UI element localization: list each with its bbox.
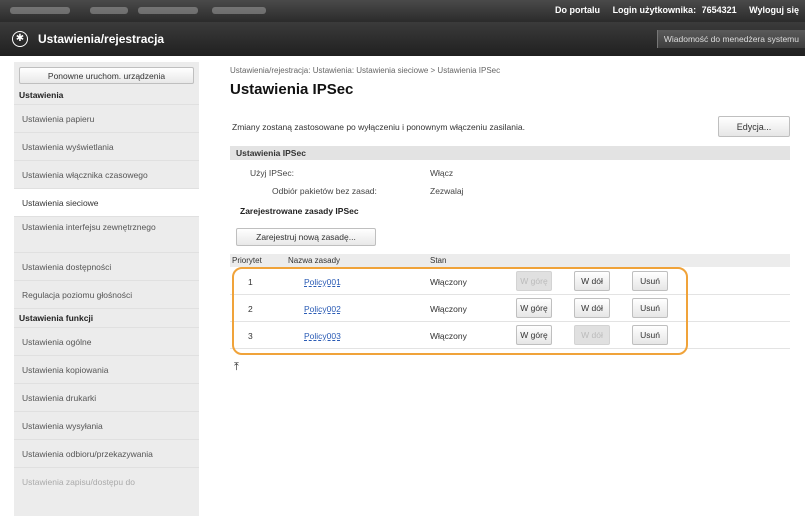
sidebar-item-store-access[interactable]: Ustawienia zapisu/dostępu do xyxy=(14,467,199,495)
sidebar-item-volume[interactable]: Regulacja poziomu głośności xyxy=(14,280,199,308)
breadcrumb: Ustawienia/rejestracja: Ustawienia: Usta… xyxy=(230,66,501,75)
register-policy-button[interactable]: Zarejestruj nową zasadę... xyxy=(236,228,376,246)
column-priority: Priorytet xyxy=(232,256,262,265)
restart-notice: Zmiany zostaną zastosowane po wyłączeniu… xyxy=(232,122,525,132)
section-header-ipsec: Ustawienia IPSec xyxy=(230,146,790,160)
sidebar-item-printer[interactable]: Ustawienia drukarki xyxy=(14,383,199,411)
blurred-text xyxy=(138,7,198,14)
blurred-text xyxy=(212,7,266,14)
settings-logo-icon: ✱ xyxy=(12,31,28,47)
policy-table-header: Priorytet Nazwa zasady Stan xyxy=(230,254,790,267)
edit-button[interactable]: Edycja... xyxy=(718,116,790,137)
policy-highlight-frame xyxy=(232,267,688,355)
sidebar-item-display[interactable]: Ustawienia wyświetlania xyxy=(14,132,199,160)
blurred-text xyxy=(10,7,70,14)
header-bar: ✱ Ustawienia/rejestracja Wiadomość do me… xyxy=(0,22,805,56)
restart-device-button[interactable]: Ponowne uruchom. urządzenia xyxy=(19,67,194,84)
receive-packets-value: Zezwalaj xyxy=(430,186,464,196)
sidebar-item-paper[interactable]: Ustawienia papieru xyxy=(14,104,199,132)
login-label: Login użytkownika: xyxy=(612,5,697,15)
sidebar-item-copy[interactable]: Ustawienia kopiowania xyxy=(14,355,199,383)
registered-policies-title: Zarejestrowane zasady IPSec xyxy=(240,206,359,216)
receive-packets-label: Odbiór pakietów bez zasad: xyxy=(272,186,377,196)
portal-link[interactable]: Do portalu xyxy=(555,5,600,15)
system-message-link[interactable]: Wiadomość do menedżera systemu xyxy=(656,30,805,48)
column-policy-name: Nazwa zasady xyxy=(288,256,341,265)
logout-link[interactable]: Wyloguj się xyxy=(749,5,799,15)
app-title: Ustawienia/rejestracja xyxy=(38,32,165,46)
sidebar-item-send[interactable]: Ustawienia wysyłania xyxy=(14,411,199,439)
scroll-to-top-icon[interactable]: ⤒ xyxy=(234,361,239,374)
topbar-right: Do portalu Login użytkownika: 7654321 Wy… xyxy=(545,5,799,15)
sidebar-item-external-interface[interactable]: Ustawienia interfejsu zewnętrznego xyxy=(14,216,199,252)
sidebar-section-functions: Ustawienia funkcji xyxy=(14,308,199,327)
sidebar-item-network[interactable]: Ustawienia sieciowe xyxy=(14,188,199,216)
login-value: 7654321 xyxy=(701,5,737,15)
sidebar-item-timer[interactable]: Ustawienia włącznika czasowego xyxy=(14,160,199,188)
notice-row: Zmiany zostaną zastosowane po wyłączeniu… xyxy=(230,116,790,138)
main-content: Ustawienia/rejestracja: Ustawienia: Usta… xyxy=(230,62,790,373)
sidebar: Ponowne uruchom. urządzenia Ustawienia U… xyxy=(14,62,199,516)
use-ipsec-label: Użyj IPSec: xyxy=(250,168,294,178)
sidebar-item-receive-forward[interactable]: Ustawienia odbioru/przekazywania xyxy=(14,439,199,467)
column-status: Stan xyxy=(430,256,447,265)
page-title: Ustawienia IPSec xyxy=(230,81,354,98)
top-bar: Do portalu Login użytkownika: 7654321 Wy… xyxy=(0,0,805,22)
blurred-text xyxy=(90,7,128,14)
sidebar-item-accessibility[interactable]: Ustawienia dostępności xyxy=(14,252,199,280)
sidebar-item-general[interactable]: Ustawienia ogólne xyxy=(14,327,199,355)
sidebar-section-settings: Ustawienia xyxy=(19,90,64,100)
use-ipsec-value: Włącz xyxy=(430,168,454,178)
